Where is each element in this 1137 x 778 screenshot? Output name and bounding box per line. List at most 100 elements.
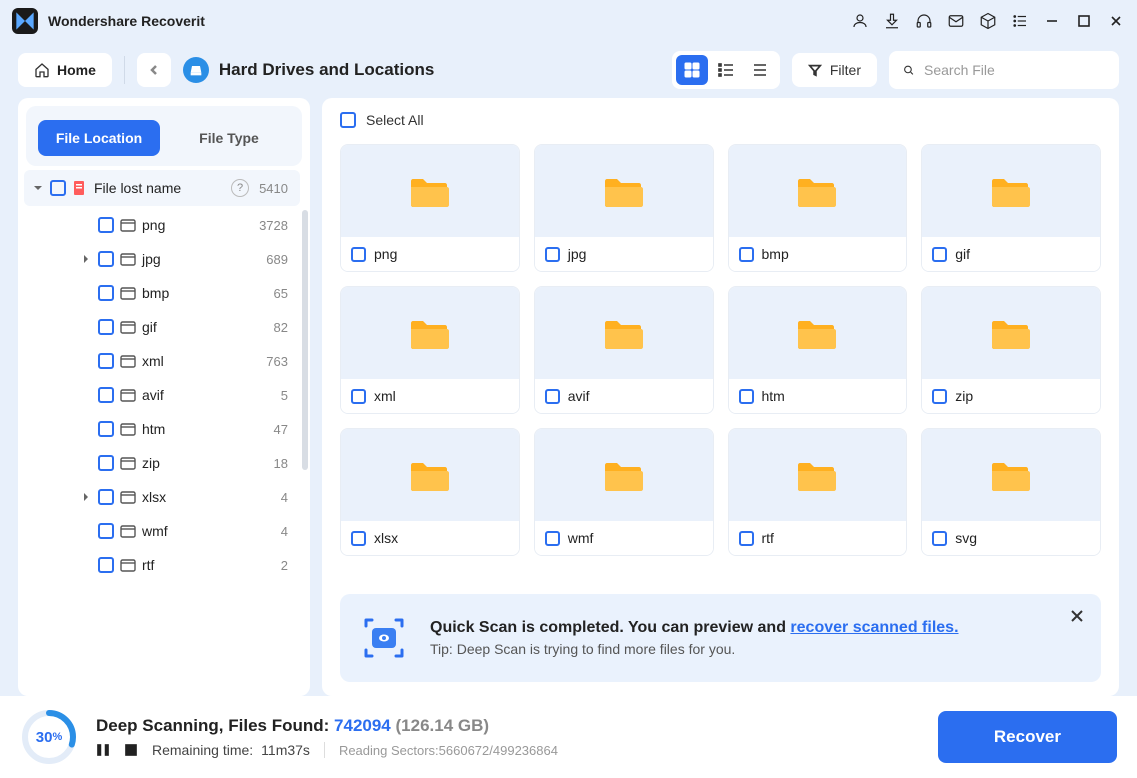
checkbox[interactable]	[545, 389, 560, 404]
help-icon[interactable]: ?	[231, 179, 249, 197]
filter-label: Filter	[830, 62, 861, 78]
checkbox[interactable]	[545, 247, 560, 262]
folder-card[interactable]: xml	[340, 286, 520, 414]
folder-outline-icon	[120, 285, 136, 301]
view-list-button[interactable]	[710, 55, 742, 85]
tree-item-count: 82	[274, 320, 288, 335]
pause-button[interactable]	[96, 743, 110, 757]
recover-button[interactable]: Recover	[938, 711, 1117, 763]
checkbox[interactable]	[932, 531, 947, 546]
view-grid-button[interactable]	[676, 55, 708, 85]
user-icon[interactable]	[851, 12, 869, 30]
stop-button[interactable]	[124, 743, 138, 757]
cube-icon[interactable]	[979, 12, 997, 30]
checkbox[interactable]	[98, 455, 114, 471]
tab-file-type[interactable]: File Type	[168, 120, 290, 156]
folder-card[interactable]: svg	[921, 428, 1101, 556]
checkbox[interactable]	[739, 247, 754, 262]
download-icon[interactable]	[883, 12, 901, 30]
tree-item[interactable]: rtf2	[24, 548, 300, 582]
tree-item[interactable]: gif82	[24, 310, 300, 344]
app-logo	[12, 8, 38, 34]
home-button[interactable]: Home	[18, 53, 112, 87]
checkbox[interactable]	[351, 247, 366, 262]
minimize-button[interactable]	[1043, 12, 1061, 30]
scan-notification: Quick Scan is completed. You can preview…	[340, 594, 1101, 682]
filter-button[interactable]: Filter	[792, 53, 877, 87]
checkbox[interactable]	[98, 319, 114, 335]
search-input[interactable]	[924, 62, 1105, 78]
checkbox[interactable]	[98, 285, 114, 301]
folder-name: htm	[762, 388, 785, 404]
tree-item-count: 5	[281, 388, 288, 403]
progress-percent: 30%	[20, 708, 78, 766]
folder-card[interactable]: avif	[534, 286, 714, 414]
maximize-button[interactable]	[1075, 12, 1093, 30]
caret-right-icon[interactable]	[80, 255, 92, 263]
checkbox[interactable]	[98, 489, 114, 505]
remaining-value: 11m37s	[261, 742, 310, 758]
checkbox[interactable]	[98, 353, 114, 369]
back-button[interactable]	[137, 53, 171, 87]
search-box[interactable]	[889, 51, 1119, 89]
caret-right-icon[interactable]	[80, 493, 92, 501]
titlebar: Wondershare Recoverit	[0, 0, 1137, 42]
tab-file-location[interactable]: File Location	[38, 120, 160, 156]
tree-item-label: jpg	[142, 251, 260, 267]
mail-icon[interactable]	[947, 12, 965, 30]
folder-thumb	[729, 145, 907, 237]
folder-thumb	[341, 429, 519, 521]
folder-card[interactable]: wmf	[534, 428, 714, 556]
tree-item[interactable]: zip18	[24, 446, 300, 480]
tree-item[interactable]: xlsx4	[24, 480, 300, 514]
notify-tip: Tip: Deep Scan is trying to find more fi…	[430, 641, 1051, 657]
tree-item[interactable]: xml763	[24, 344, 300, 378]
lost-files-icon	[72, 180, 88, 196]
checkbox[interactable]	[98, 217, 114, 233]
recover-files-link[interactable]: recover scanned files.	[790, 619, 958, 636]
tree-root[interactable]: File lost name ? 5410	[24, 170, 300, 206]
tree-item[interactable]: png3728	[24, 208, 300, 242]
folder-name: bmp	[762, 246, 789, 262]
checkbox[interactable]	[50, 180, 66, 196]
checkbox[interactable]	[739, 389, 754, 404]
checkbox[interactable]	[98, 557, 114, 573]
folder-card[interactable]: gif	[921, 144, 1101, 272]
checkbox[interactable]	[98, 251, 114, 267]
folder-card[interactable]: xlsx	[340, 428, 520, 556]
checkbox[interactable]	[98, 387, 114, 403]
tree-item[interactable]: htm47	[24, 412, 300, 446]
folder-card[interactable]: bmp	[728, 144, 908, 272]
folder-card[interactable]: rtf	[728, 428, 908, 556]
tree-item-count: 65	[274, 286, 288, 301]
home-label: Home	[57, 62, 96, 78]
breadcrumb: Hard Drives and Locations	[183, 57, 434, 83]
caret-down-icon[interactable]	[32, 184, 44, 192]
folder-card[interactable]: jpg	[534, 144, 714, 272]
sidebar: File Location File Type File lost name ?…	[18, 98, 310, 696]
headset-icon[interactable]	[915, 12, 933, 30]
select-all-checkbox[interactable]	[340, 112, 356, 128]
list-icon[interactable]	[1011, 12, 1029, 30]
checkbox[interactable]	[739, 531, 754, 546]
checkbox[interactable]	[98, 421, 114, 437]
checkbox[interactable]	[932, 389, 947, 404]
checkbox[interactable]	[545, 531, 560, 546]
checkbox[interactable]	[351, 389, 366, 404]
tree-item[interactable]: bmp65	[24, 276, 300, 310]
notify-close-button[interactable]	[1067, 606, 1087, 626]
tree-item[interactable]: wmf4	[24, 514, 300, 548]
scrollbar[interactable]	[302, 210, 308, 470]
folder-card[interactable]: zip	[921, 286, 1101, 414]
tree-item[interactable]: avif5	[24, 378, 300, 412]
folder-card[interactable]: htm	[728, 286, 908, 414]
checkbox[interactable]	[351, 531, 366, 546]
folder-card[interactable]: png	[340, 144, 520, 272]
folder-outline-icon	[120, 489, 136, 505]
checkbox[interactable]	[932, 247, 947, 262]
close-button[interactable]	[1107, 12, 1125, 30]
checkbox[interactable]	[98, 523, 114, 539]
folder-outline-icon	[120, 455, 136, 471]
view-compact-button[interactable]	[744, 55, 776, 85]
tree-item[interactable]: jpg689	[24, 242, 300, 276]
